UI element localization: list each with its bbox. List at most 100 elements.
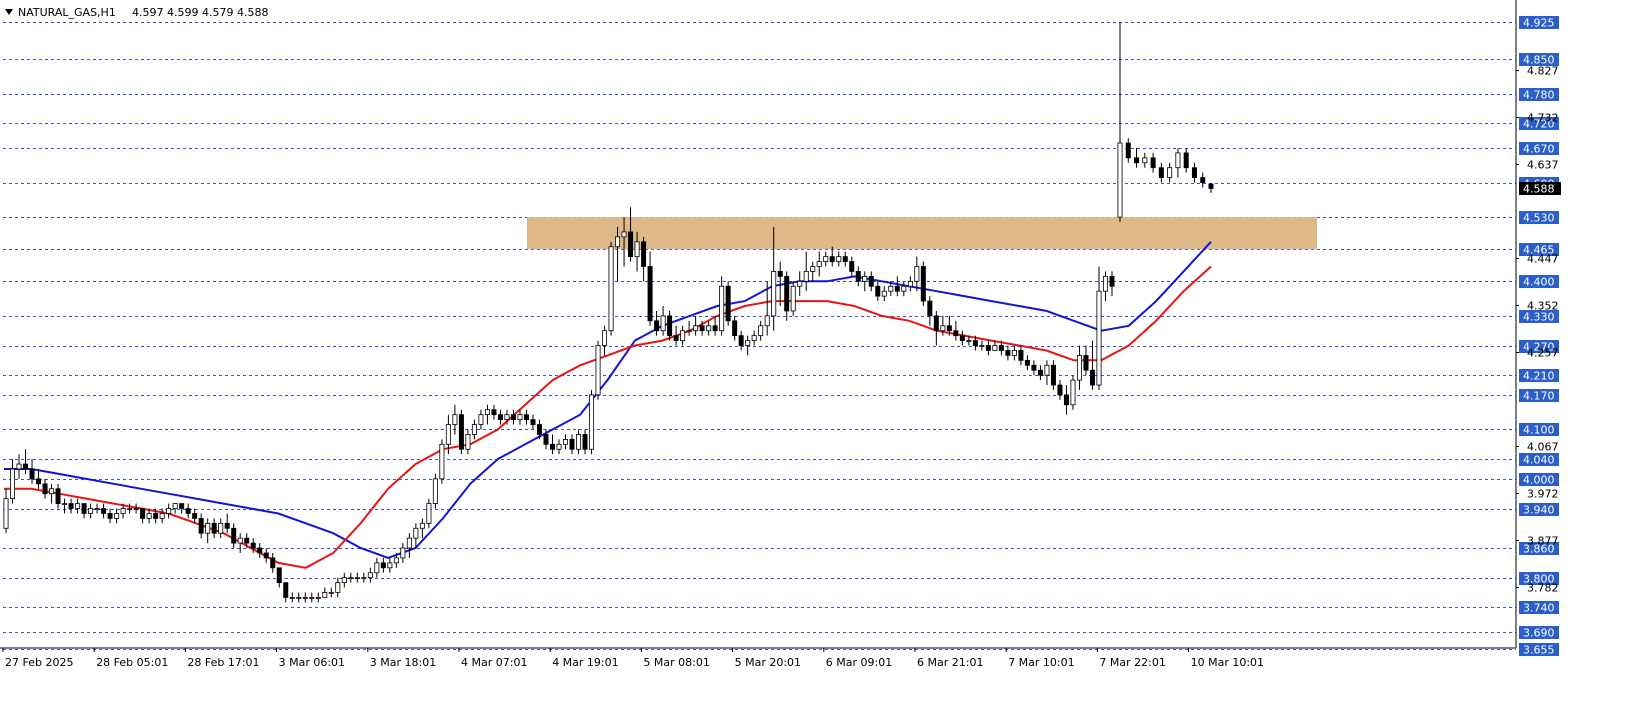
candle-body: [380, 562, 386, 569]
candle-body: [602, 330, 608, 346]
candle-body: [413, 527, 419, 539]
candle-body: [107, 513, 113, 519]
level-label: 4.170: [1523, 390, 1555, 403]
candle-body: [998, 345, 1004, 351]
level-label: 4.780: [1523, 89, 1555, 102]
time-tick-label: 28 Feb 05:01: [96, 656, 168, 669]
candle-body: [263, 552, 269, 559]
candle-body: [23, 463, 29, 470]
candle-body: [1005, 350, 1011, 356]
candle-body: [693, 325, 699, 332]
candle-body: [1031, 364, 1037, 371]
candle-body: [283, 582, 289, 598]
candle-body: [712, 325, 718, 332]
candle-body: [1142, 157, 1148, 164]
candle-body: [816, 261, 822, 267]
candle-body: [374, 562, 380, 574]
candle-body: [387, 562, 393, 569]
candle-body: [725, 285, 731, 322]
time-tick-label: 4 Mar 07:01: [461, 656, 527, 669]
candle-body: [881, 290, 887, 297]
time-tick-label: 3 Mar 06:01: [279, 656, 345, 669]
candle-body: [1191, 167, 1197, 178]
candle-body: [348, 577, 354, 580]
candle-body: [621, 231, 627, 238]
candle-body: [517, 414, 523, 421]
candle-body: [88, 508, 94, 514]
candle-body: [1109, 275, 1115, 287]
candle-body: [458, 414, 464, 450]
candle-body: [218, 522, 224, 534]
candle-body: [1200, 177, 1206, 183]
candle-body: [979, 345, 985, 347]
candle-body: [296, 597, 302, 599]
candle-body: [94, 508, 100, 510]
candle-body: [1175, 152, 1181, 169]
level-label: 4.100: [1523, 424, 1555, 437]
price-tick-label: 3.782: [1527, 582, 1559, 595]
candle-body: [1076, 355, 1082, 381]
candle-body: [901, 285, 907, 292]
candle-body: [523, 414, 529, 421]
candle-body: [536, 424, 542, 435]
candle-body: [953, 330, 959, 337]
candle-body: [1024, 359, 1030, 366]
candle-body: [127, 508, 133, 510]
candle-body: [738, 335, 744, 346]
candle-body: [68, 503, 74, 509]
candle-body: [231, 527, 237, 544]
time-tick-label: 6 Mar 21:01: [917, 656, 983, 669]
candle: [439, 439, 445, 484]
candle-body: [933, 315, 939, 332]
candle-body: [465, 434, 471, 450]
candle-body: [907, 280, 913, 287]
symbol-label: NATURAL_GAS,H1: [18, 6, 116, 19]
candle: [432, 473, 438, 509]
candle-body: [946, 325, 952, 332]
price-chart: 4.9254.8504.7804.7204.6704.6004.5304.465…: [0, 0, 1651, 708]
level-label: 4.925: [1523, 17, 1555, 30]
candle-body: [888, 285, 894, 292]
candle-body: [595, 345, 601, 396]
candle-body: [393, 557, 399, 564]
candle: [790, 281, 796, 316]
price-tick-label: 3.972: [1527, 488, 1559, 501]
candle-body: [1150, 157, 1156, 169]
candle-body: [966, 340, 972, 342]
candle-body: [654, 320, 660, 332]
candle-body: [862, 275, 868, 282]
candle-body: [660, 315, 666, 332]
candle-body: [153, 513, 159, 519]
candle-body: [1183, 152, 1189, 169]
candle-body: [836, 256, 842, 262]
candle-body: [1063, 394, 1069, 406]
candle-body: [543, 434, 549, 445]
candle-body: [914, 266, 920, 282]
candle-body: [868, 275, 874, 287]
candle-body: [771, 271, 777, 317]
candle-body: [432, 478, 438, 504]
candle-body: [478, 414, 484, 425]
candle-body: [335, 582, 341, 593]
candle-body: [309, 597, 315, 599]
chart-header[interactable]: NATURAL_GAS,H1 4.597 4.599 4.579 4.588: [5, 6, 268, 19]
candle: [725, 281, 731, 326]
candle-body: [1083, 355, 1089, 371]
candle-body: [3, 498, 9, 529]
candle-body: [1096, 290, 1102, 386]
candle-body: [927, 300, 933, 317]
candle-body: [445, 424, 451, 445]
candle-body: [172, 503, 178, 509]
level-label: 4.400: [1523, 276, 1555, 289]
candle-body: [367, 572, 373, 579]
candle-body: [328, 592, 334, 594]
candle-body: [276, 567, 282, 584]
candle-body: [341, 577, 347, 584]
candle-body: [1070, 379, 1076, 406]
candle-body: [563, 438, 569, 445]
candle-body: [361, 577, 367, 580]
price-tick-label: 3.877: [1527, 535, 1559, 548]
candle-body: [491, 409, 497, 416]
candle-body: [244, 537, 250, 544]
candle-body: [315, 597, 321, 599]
